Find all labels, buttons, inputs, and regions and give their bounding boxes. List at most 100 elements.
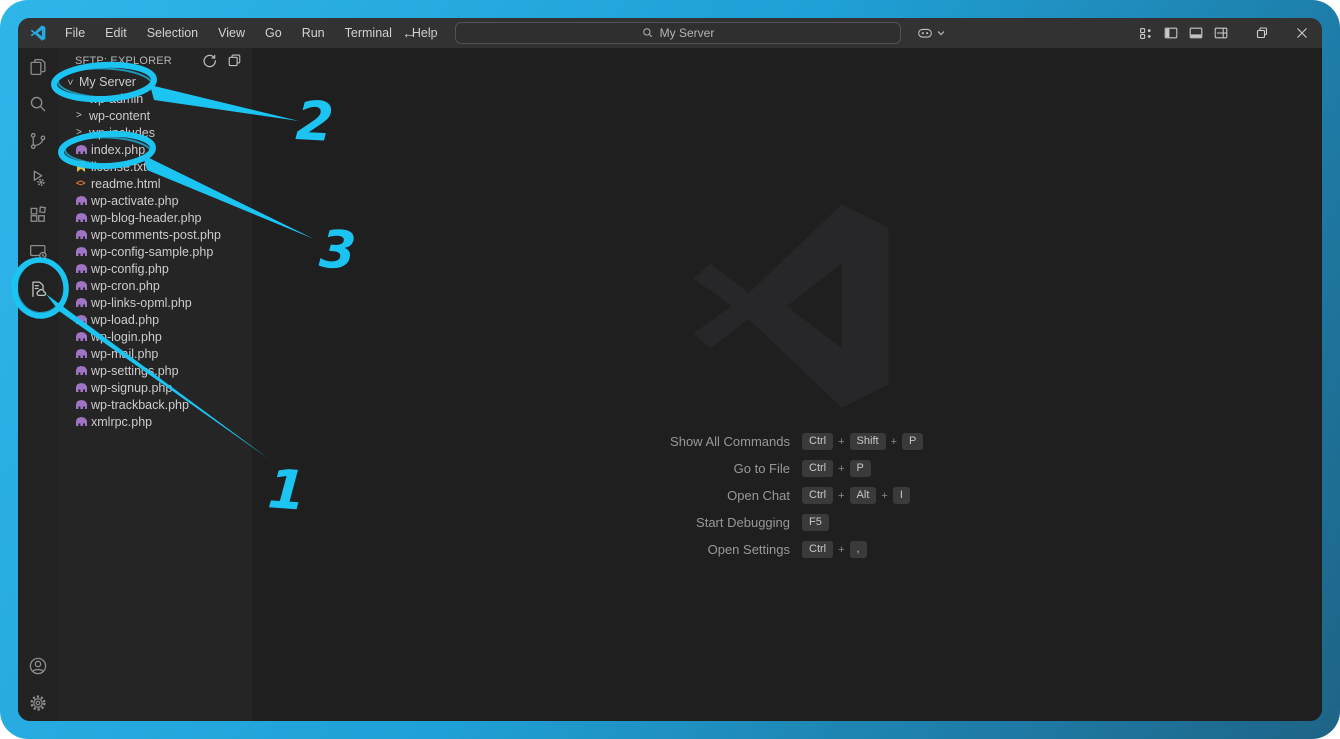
tree-item[interactable]: wp-links-opml.php xyxy=(58,294,252,311)
vscode-watermark-icon xyxy=(682,200,900,412)
shortcut-row: Show All Commands Ctrl+Shift+P xyxy=(252,428,1322,455)
file-tree: My Server wp-admin wp-content xyxy=(58,73,252,430)
history-nav: ← → xyxy=(402,18,440,48)
back-arrow-icon[interactable]: ← xyxy=(402,25,416,41)
shortcut-row: Go to File Ctrl+P xyxy=(252,455,1322,482)
tree-item[interactable]: wp-config.php xyxy=(58,260,252,277)
menu-item[interactable]: Go xyxy=(256,23,291,43)
tree-item[interactable]: wp-settings.php xyxy=(58,362,252,379)
tree-item-label: wp-config.php xyxy=(91,262,169,276)
tree-item[interactable]: xmlrpc.php xyxy=(58,413,252,430)
tree-item-label: wp-includes xyxy=(89,126,155,140)
file-type-icon xyxy=(76,280,89,291)
tree-item-label: wp-load.php xyxy=(91,313,159,327)
customize-layout-icon[interactable] xyxy=(1138,25,1154,41)
close-button[interactable] xyxy=(1282,18,1322,48)
extensions-icon[interactable] xyxy=(18,196,58,233)
vscode-logo-icon xyxy=(30,25,48,41)
account-icon[interactable] xyxy=(18,647,58,684)
menu-item[interactable]: File xyxy=(56,23,94,43)
toggle-primary-sidebar-icon[interactable] xyxy=(1163,25,1179,41)
source-control-icon[interactable] xyxy=(18,122,58,159)
tree-item-label: wp-blog-header.php xyxy=(91,211,202,225)
twisty-chevron-icon xyxy=(76,128,89,138)
activity-bar xyxy=(18,48,58,721)
shortcut-keys: F5 xyxy=(800,514,1322,531)
tree-item-label: wp-login.php xyxy=(91,330,162,344)
file-type-icon xyxy=(76,416,89,427)
tree-item-label: wp-activate.php xyxy=(91,194,179,208)
tree-item-label: wp-mail.php xyxy=(91,347,158,361)
twisty-chevron-icon xyxy=(76,94,89,104)
tree-item[interactable]: wp-content xyxy=(58,107,252,124)
vscode-window: File Edit Selection View Go Run Terminal… xyxy=(18,18,1322,721)
editor-area: Show All Commands Ctrl+Shift+P Go to Fil… xyxy=(252,48,1322,721)
tree-item[interactable]: wp-load.php xyxy=(58,311,252,328)
tree-item[interactable]: wp-login.php xyxy=(58,328,252,345)
minimize-button[interactable] xyxy=(1202,18,1242,48)
tree-item-label: readme.html xyxy=(91,177,160,191)
copilot-icon xyxy=(916,24,934,42)
sidebar-title: SFTP: EXPLORER xyxy=(75,55,202,67)
tree-item[interactable]: My Server xyxy=(58,73,252,90)
restore-button[interactable] xyxy=(1242,18,1282,48)
explorer-icon[interactable] xyxy=(18,48,58,85)
tree-item[interactable]: wp-config-sample.php xyxy=(58,243,252,260)
shortcut-keys: Ctrl+P xyxy=(800,460,1322,477)
tree-item[interactable]: wp-signup.php xyxy=(58,379,252,396)
tree-item[interactable]: wp-trackback.php xyxy=(58,396,252,413)
settings-gear-icon[interactable] xyxy=(18,684,58,721)
search-icon xyxy=(642,27,654,39)
tree-item-label: wp-config-sample.php xyxy=(91,245,213,259)
watermark-shortcuts: Show All Commands Ctrl+Shift+P Go to Fil… xyxy=(252,428,1322,563)
tree-item[interactable]: wp-includes xyxy=(58,124,252,141)
file-type-icon xyxy=(76,314,89,325)
copilot-menu[interactable] xyxy=(916,18,945,48)
tree-item[interactable]: readme.html xyxy=(58,175,252,192)
refresh-icon[interactable] xyxy=(202,53,217,68)
tree-item-label: index.php xyxy=(91,143,145,157)
run-debug-icon[interactable] xyxy=(18,159,58,196)
shortcut-label: Go to File xyxy=(252,461,800,476)
tree-item[interactable]: license.txt xyxy=(58,158,252,175)
file-type-icon xyxy=(76,365,89,376)
shortcut-row: Open Chat Ctrl+Alt+I xyxy=(252,482,1322,509)
menu-item[interactable]: Terminal xyxy=(336,23,401,43)
window-controls xyxy=(1202,18,1322,48)
sftp-icon[interactable] xyxy=(18,270,58,307)
menu-bar: File Edit Selection View Go Run Terminal… xyxy=(56,23,447,43)
tree-item-label: license.txt xyxy=(91,160,147,174)
menu-item[interactable]: Edit xyxy=(96,23,136,43)
shortcut-row: Open Settings Ctrl+, xyxy=(252,536,1322,563)
command-center-search[interactable]: My Server xyxy=(455,22,901,44)
shortcut-label: Open Chat xyxy=(252,488,800,503)
file-type-icon xyxy=(76,229,89,240)
screenshot-frame: File Edit Selection View Go Run Terminal… xyxy=(0,0,1340,739)
tree-item[interactable]: wp-cron.php xyxy=(58,277,252,294)
file-type-icon xyxy=(76,246,89,257)
tree-item-label: wp-admin xyxy=(89,92,143,106)
tree-item-label: wp-cron.php xyxy=(91,279,160,293)
tree-item-label: wp-signup.php xyxy=(91,381,172,395)
twisty-chevron-icon xyxy=(76,111,89,121)
tree-item-label: wp-content xyxy=(89,109,150,123)
tree-item-label: My Server xyxy=(79,75,136,89)
tree-item[interactable]: wp-activate.php xyxy=(58,192,252,209)
tree-item[interactable]: wp-comments-post.php xyxy=(58,226,252,243)
menu-item[interactable]: Run xyxy=(293,23,334,43)
sftp-explorer-sidebar: SFTP: EXPLORER xyxy=(58,48,252,721)
menu-item[interactable]: Selection xyxy=(138,23,207,43)
tree-item[interactable]: index.php xyxy=(58,141,252,158)
forward-arrow-icon[interactable]: → xyxy=(426,25,440,41)
shortcut-label: Open Settings xyxy=(252,542,800,557)
tree-item[interactable]: wp-admin xyxy=(58,90,252,107)
open-pages-icon[interactable] xyxy=(227,53,242,68)
tree-item[interactable]: wp-blog-header.php xyxy=(58,209,252,226)
tree-item[interactable]: wp-mail.php xyxy=(58,345,252,362)
remote-explorer-icon[interactable] xyxy=(18,233,58,270)
shortcut-keys: Ctrl+, xyxy=(800,541,1322,558)
workbench: SFTP: EXPLORER xyxy=(18,48,1322,721)
shortcut-row: Start Debugging F5 xyxy=(252,509,1322,536)
search-icon[interactable] xyxy=(18,85,58,122)
menu-item[interactable]: View xyxy=(209,23,254,43)
